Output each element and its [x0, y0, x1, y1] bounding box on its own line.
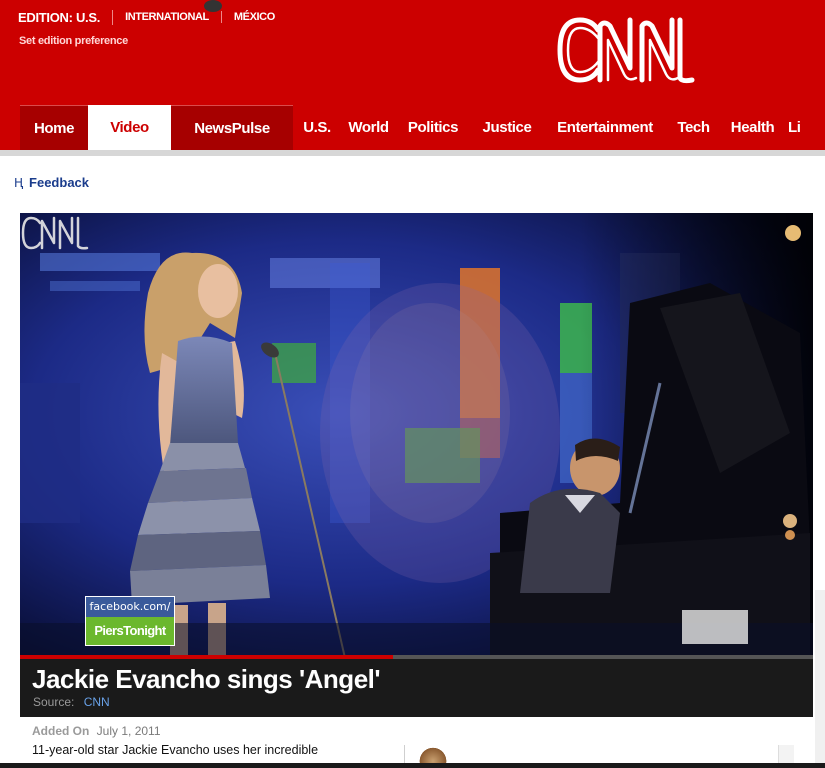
- video-frame: [20, 213, 813, 658]
- nav-item-home[interactable]: Home: [20, 105, 88, 150]
- site-header: EDITION: U.S. INTERNATIONAL MÉXICO Set e…: [0, 0, 825, 150]
- nav-item-health[interactable]: Health: [721, 105, 784, 150]
- window-bottom-edge: [0, 763, 825, 768]
- added-on-label: Added On: [32, 724, 90, 738]
- facebook-badge-handle: PiersTonight: [86, 617, 174, 645]
- watermark-box: [682, 610, 748, 644]
- feedback-link[interactable]: Ⱨ Feedback: [14, 175, 89, 190]
- cnn-watermark-icon: [21, 216, 89, 250]
- nav-item-world[interactable]: World: [341, 105, 396, 150]
- facebook-badge: facebook.com/ PiersTonight: [85, 596, 175, 646]
- main-nav: Home Video NewsPulse U.S. World Politics…: [0, 105, 825, 150]
- added-on: Added On July 1, 2011: [32, 724, 161, 738]
- video-player[interactable]: facebook.com/ PiersTonight: [20, 213, 813, 658]
- source-label: Source:: [33, 695, 75, 709]
- video-description: 11-year-old star Jackie Evancho uses her…: [32, 743, 319, 757]
- facebook-badge-url: facebook.com/: [86, 597, 174, 617]
- added-on-date: July 1, 2011: [96, 724, 161, 738]
- header-divider: [0, 150, 825, 156]
- nav-item-newspulse[interactable]: NewsPulse: [171, 105, 293, 150]
- feedback-icon: Ⱨ: [14, 175, 24, 190]
- nav-item-us[interactable]: U.S.: [293, 105, 341, 150]
- edition-current[interactable]: EDITION: U.S.: [18, 9, 114, 25]
- mouse-cursor-icon: [204, 0, 222, 12]
- nav-item-living[interactable]: Li: [784, 105, 804, 150]
- nav-item-entertainment[interactable]: Entertainment: [544, 105, 666, 150]
- video-caption-bar: Jackie Evancho sings 'Angel' Source: CNN: [20, 659, 813, 717]
- edition-bar: EDITION: U.S. INTERNATIONAL MÉXICO: [18, 8, 287, 26]
- nav-item-tech[interactable]: Tech: [666, 105, 721, 150]
- edition-link-mexico[interactable]: MÉXICO: [222, 11, 287, 23]
- feedback-label: Feedback: [29, 175, 90, 190]
- video-source: Source: CNN: [33, 695, 110, 709]
- nav-item-politics[interactable]: Politics: [396, 105, 470, 150]
- cnn-logo[interactable]: [552, 12, 704, 88]
- video-title: Jackie Evancho sings 'Angel': [32, 664, 381, 694]
- source-link[interactable]: CNN: [84, 695, 110, 709]
- page-scrollbar[interactable]: [815, 590, 825, 768]
- nav-item-justice[interactable]: Justice: [470, 105, 544, 150]
- set-edition-preference-link[interactable]: Set edition preference: [19, 35, 128, 47]
- nav-item-video[interactable]: Video: [88, 105, 171, 150]
